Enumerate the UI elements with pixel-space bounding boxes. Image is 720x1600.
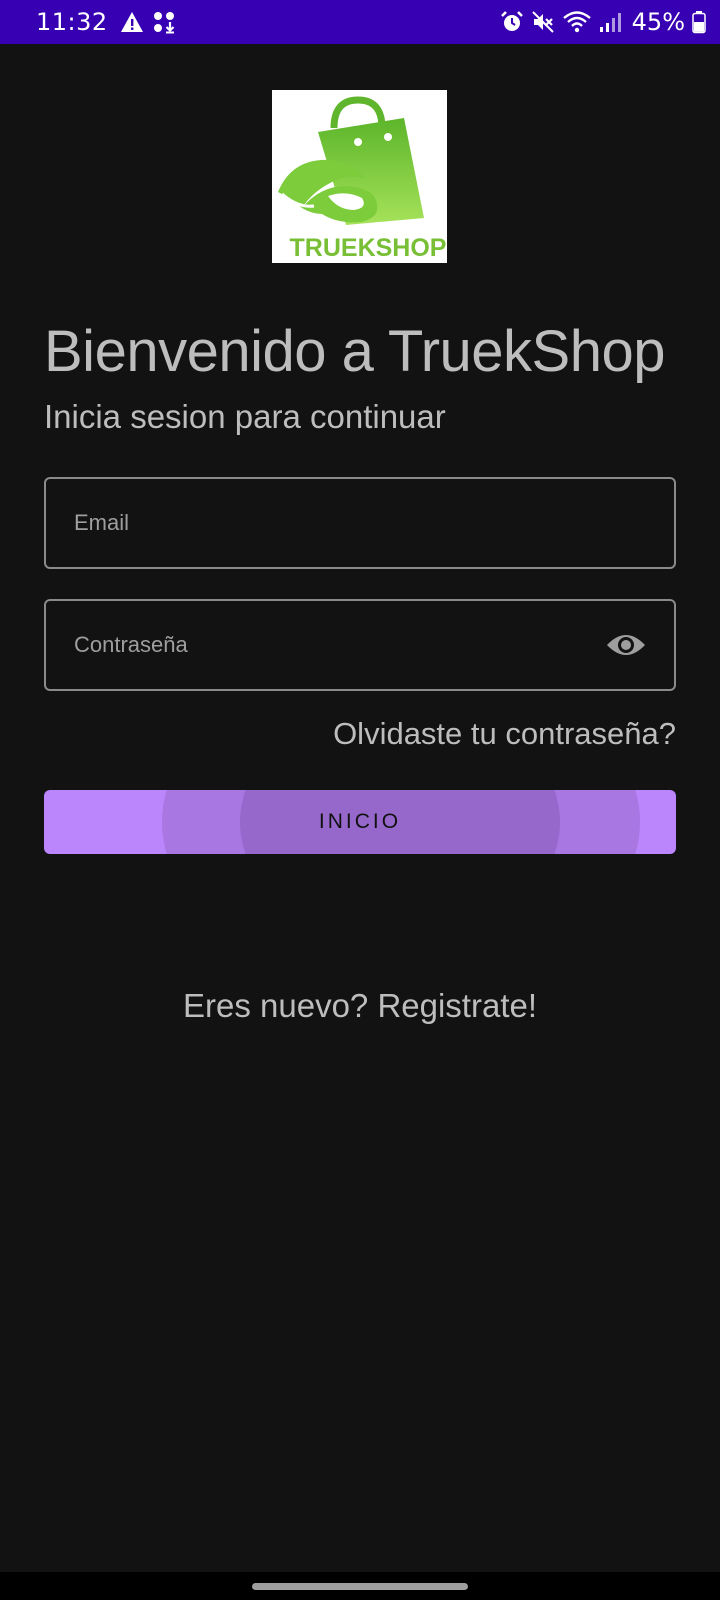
login-button-label: INICIO [318, 810, 402, 833]
battery-percentage: 45% [631, 8, 685, 36]
register-link[interactable]: Eres nuevo? Registrate! [0, 987, 720, 1025]
welcome-subtitle: Inicia sesion para continuar [44, 398, 446, 435]
home-indicator[interactable] [252, 1583, 468, 1590]
welcome-title: Bienvenido a TruekShop [44, 319, 666, 384]
alarm-icon [500, 10, 524, 34]
signal-icon [599, 11, 621, 33]
download-icon [152, 10, 176, 34]
truekshop-logo: TRUEKSHOP [272, 90, 447, 263]
login-button[interactable]: INICIO [44, 790, 676, 854]
warning-icon [120, 11, 144, 33]
status-right-icons: 45% [500, 8, 706, 36]
navigation-bar [0, 1572, 720, 1600]
email-input[interactable] [72, 509, 648, 537]
status-bar: 11:32 45% [0, 0, 720, 44]
email-field[interactable] [44, 477, 676, 569]
status-time: 11:32 [36, 8, 108, 36]
status-left-icons [120, 10, 176, 34]
wifi-icon [562, 10, 592, 34]
mute-icon [531, 10, 555, 34]
password-field[interactable] [44, 599, 676, 691]
password-input[interactable] [72, 631, 606, 659]
eye-icon[interactable] [606, 625, 646, 665]
forgot-password-link[interactable]: Olvidaste tu contraseña? [333, 716, 676, 752]
logo-wordmark: TRUEKSHOP [290, 234, 447, 262]
battery-icon [692, 10, 706, 34]
